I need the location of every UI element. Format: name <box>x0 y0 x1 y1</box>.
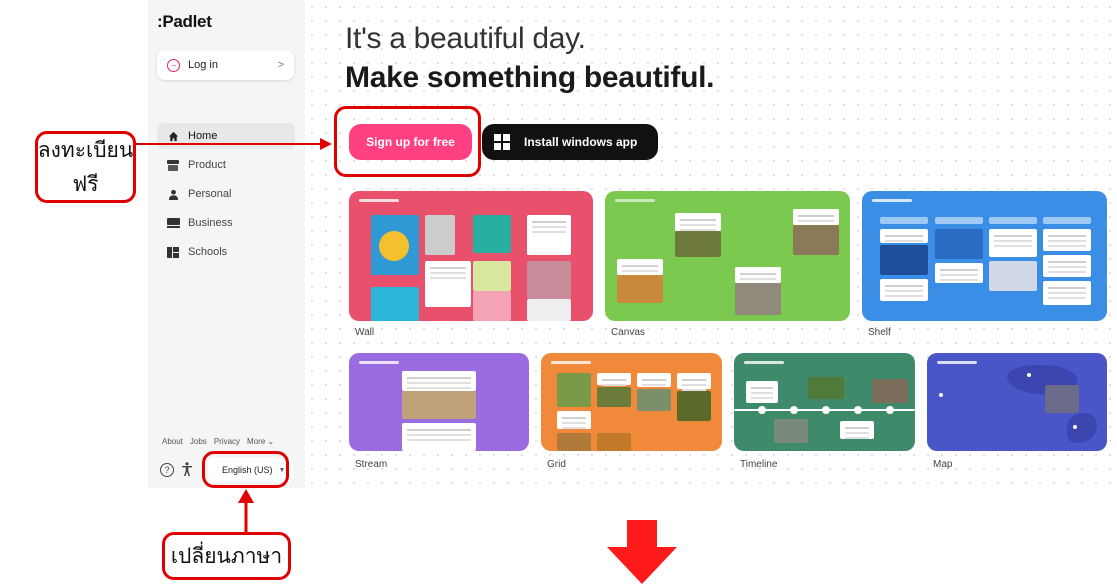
grid-thumbnail <box>541 353 722 451</box>
sidebar-item-label: Schools <box>188 246 228 258</box>
template-card-grid[interactable]: Grid <box>541 353 722 477</box>
login-label: Log in <box>188 59 218 71</box>
shelf-thumbnail <box>862 191 1107 321</box>
template-label: Grid <box>547 459 566 470</box>
signup-note-line1: ลงทะเบียน <box>37 138 134 162</box>
stream-thumbnail <box>349 353 529 451</box>
product-icon <box>166 159 180 171</box>
template-card-canvas[interactable]: Canvas <box>605 191 850 341</box>
down-arrow-icon <box>607 520 677 584</box>
template-label: Stream <box>355 459 388 470</box>
login-icon: → <box>167 58 180 72</box>
footer-links: About Jobs Privacy More ⌄ <box>162 437 274 446</box>
template-card-map[interactable]: Map <box>927 353 1107 477</box>
template-label: Map <box>933 459 953 470</box>
sidebar-item-business[interactable]: Business <box>157 210 295 236</box>
language-highlight-box <box>202 451 289 488</box>
sidebar-item-schools[interactable]: Schools <box>157 239 295 265</box>
map-thumbnail <box>927 353 1107 451</box>
wall-thumbnail <box>349 191 593 321</box>
sidebar-item-label: Product <box>188 159 226 171</box>
footer-link-privacy[interactable]: Privacy <box>214 437 240 446</box>
sidebar: :Padlet → Log in > Home Product Personal… <box>148 0 305 488</box>
template-card-wall[interactable]: Wall <box>349 191 593 341</box>
footer-link-more[interactable]: More ⌄ <box>247 437 274 446</box>
footer-link-about[interactable]: About <box>162 437 183 446</box>
sidebar-item-product[interactable]: Product <box>157 152 295 178</box>
timeline-thumbnail <box>734 353 915 451</box>
install-button-label: Install windows app <box>524 135 638 149</box>
footer-link-jobs[interactable]: Jobs <box>190 437 207 446</box>
template-label: Wall <box>355 327 375 338</box>
chevron-right-icon: > <box>277 59 284 71</box>
schools-icon <box>166 246 180 258</box>
padlet-screenshot: :Padlet → Log in > Home Product Personal… <box>148 0 1117 488</box>
arrow-to-language <box>238 489 254 532</box>
install-windows-app-button[interactable]: Install windows app <box>482 124 658 160</box>
business-icon <box>166 218 180 228</box>
signup-highlight-box <box>334 106 481 177</box>
sidebar-item-label: Home <box>188 130 218 142</box>
template-card-stream[interactable]: Stream <box>349 353 529 477</box>
template-label: Timeline <box>740 459 778 470</box>
canvas-thumbnail <box>605 191 850 321</box>
template-card-shelf[interactable]: Shelf <box>862 191 1107 341</box>
sidebar-nav: Home Product Personal Business Schools <box>157 123 295 268</box>
main-content: It's a beautiful day. Make something bea… <box>305 0 1117 488</box>
person-icon <box>166 189 180 200</box>
accessibility-icon[interactable] <box>182 461 192 479</box>
signup-note-text: ลงทะเบียน ฟรี <box>35 133 136 201</box>
hero-subheadline: Make something beautiful. <box>345 61 715 94</box>
sidebar-item-home[interactable]: Home <box>157 123 295 149</box>
sidebar-item-label: Personal <box>188 188 232 200</box>
template-card-timeline[interactable]: Timeline <box>734 353 915 477</box>
padlet-logo[interactable]: :Padlet <box>157 12 212 32</box>
template-label: Canvas <box>611 327 645 338</box>
windows-icon <box>494 134 510 150</box>
sidebar-item-personal[interactable]: Personal <box>157 181 295 207</box>
language-note-text: เปลี่ยนภาษา <box>170 544 283 568</box>
sidebar-item-label: Business <box>188 217 233 229</box>
home-icon <box>166 131 180 142</box>
signup-note-line2: ฟรี <box>72 172 99 196</box>
help-icon[interactable]: ? <box>160 463 174 477</box>
hero-headline: It's a beautiful day. <box>345 22 586 55</box>
login-button[interactable]: → Log in > <box>157 50 294 80</box>
tutorial-figure: :Padlet → Log in > Home Product Personal… <box>0 0 1117 584</box>
template-label: Shelf <box>868 327 891 338</box>
